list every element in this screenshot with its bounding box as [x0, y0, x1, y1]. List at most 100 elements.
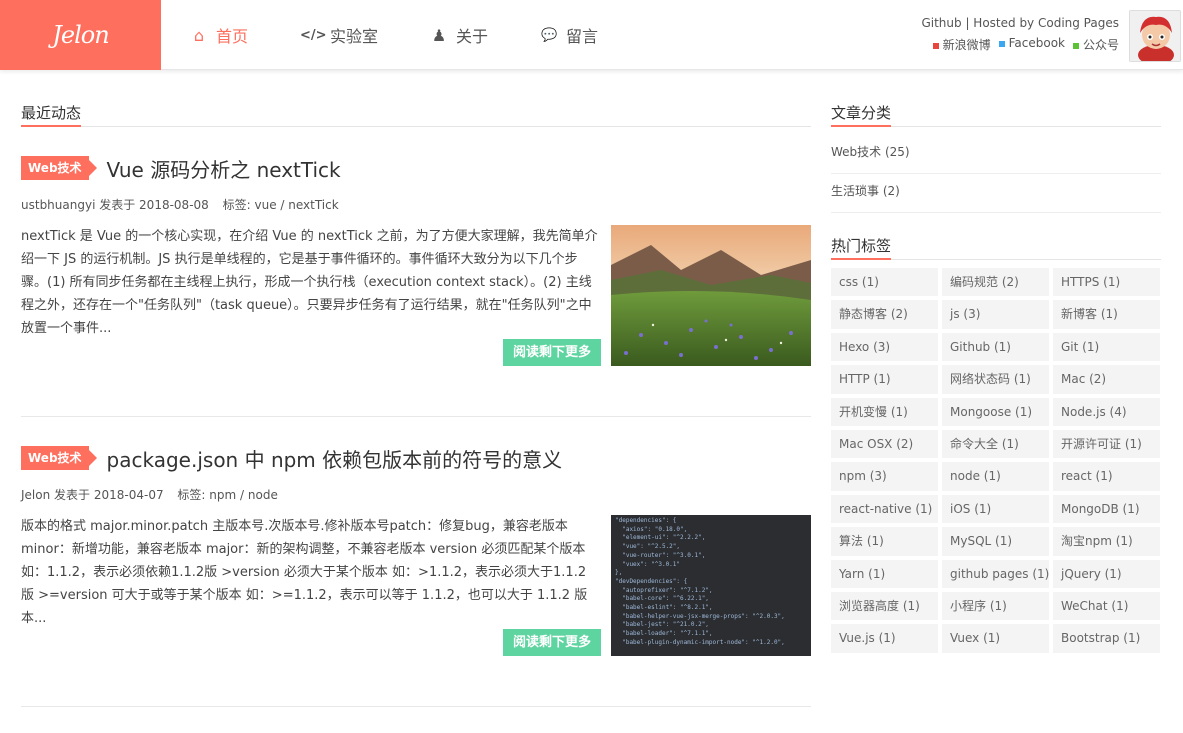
- tag-item[interactable]: Git (1): [1053, 332, 1160, 362]
- tag-item[interactable]: iOS (1): [942, 494, 1049, 524]
- category-list: Web技术 (25) 生活琐事 (2): [831, 135, 1161, 213]
- tag-item[interactable]: MySQL (1): [942, 527, 1049, 556]
- tag-item[interactable]: npm (3): [831, 462, 938, 491]
- tag-item[interactable]: HTTP (1): [831, 365, 938, 394]
- nav-item-home[interactable]: ⌂ 首页: [190, 23, 248, 47]
- tag-item[interactable]: 开源许可证 (1): [1053, 429, 1160, 459]
- mountain-meadow-image: [611, 225, 811, 366]
- tag-item[interactable]: MongoDB (1): [1053, 494, 1160, 524]
- code-line: "babel-core": "^6.22.1",: [615, 595, 709, 603]
- post-title[interactable]: package.json 中 npm 依赖包版本前的符号的意义: [107, 444, 563, 473]
- tag-item[interactable]: WeChat (1): [1053, 591, 1160, 621]
- hot-tags-title: 热门标签: [831, 235, 1161, 260]
- tag-item[interactable]: github pages (1): [942, 559, 1049, 588]
- tag-item[interactable]: 开机变慢 (1): [831, 397, 938, 426]
- avatar[interactable]: [1129, 10, 1181, 62]
- tag-item[interactable]: 静态博客 (2): [831, 300, 938, 329]
- code-line: "devDependencies": {: [615, 577, 688, 585]
- code-line: "dependencies": {: [615, 517, 677, 524]
- facebook-link[interactable]: Facebook: [998, 36, 1065, 53]
- post-tags[interactable]: vue / nextTick: [255, 198, 339, 212]
- post-meta: Jelon 发表于 2018-04-07 标签: npm / node: [21, 486, 811, 503]
- tag-item[interactable]: 命令大全 (1): [942, 429, 1049, 459]
- tag-item[interactable]: node (1): [942, 462, 1049, 491]
- tag-item[interactable]: 编码规范 (2): [942, 268, 1049, 297]
- post-tags[interactable]: npm / node: [209, 488, 278, 502]
- post-thumbnail[interactable]: [611, 225, 811, 366]
- comments-icon: 💬: [540, 27, 558, 43]
- nav-label: 首页: [216, 27, 249, 46]
- post-thumbnail[interactable]: "dependencies": { "axios": "0.18.0", "el…: [611, 515, 811, 656]
- code-line: "vuex": "^3.0.1": [615, 560, 681, 568]
- code-line: "babel-eslint": "^8.2.1",: [615, 604, 713, 612]
- site-logo[interactable]: Jelon: [0, 0, 161, 70]
- tag-item[interactable]: Vuex (1): [942, 624, 1049, 653]
- nav-label: 关于: [456, 27, 489, 46]
- tag-item[interactable]: jQuery (1): [1053, 559, 1160, 588]
- tag-item[interactable]: 小程序 (1): [942, 591, 1049, 621]
- code-line: "vue-router": "^3.0.1",: [615, 551, 706, 559]
- nav-label: 留言: [566, 27, 599, 46]
- code-line: "element-ui": "^2.2.2",: [615, 534, 706, 542]
- code-line: },: [615, 569, 623, 577]
- tag-item[interactable]: Bootstrap (1): [1053, 624, 1160, 653]
- nav-item-lab[interactable]: </> 实验室: [300, 23, 378, 47]
- category-tag[interactable]: Web技术: [21, 446, 97, 470]
- tag-item[interactable]: Node.js (4): [1053, 397, 1160, 426]
- nav-item-message[interactable]: 💬 留言: [540, 23, 598, 47]
- tag-item[interactable]: Mongoose (1): [942, 397, 1049, 426]
- category-item[interactable]: Web技术 (25): [831, 135, 1161, 174]
- post-date: 发表于 2018-08-08: [99, 198, 209, 212]
- section-title: 最近动态: [21, 102, 811, 127]
- home-icon: ⌂: [193, 25, 205, 45]
- tag-item[interactable]: 算法 (1): [831, 527, 938, 556]
- tag-item[interactable]: Github (1): [942, 332, 1049, 362]
- category-item[interactable]: 生活琐事 (2): [831, 174, 1161, 213]
- facebook-icon: [998, 40, 1005, 47]
- read-more-button[interactable]: 阅读剩下更多: [503, 629, 601, 656]
- code-screenshot-image: "dependencies": { "axios": "0.18.0", "el…: [611, 515, 811, 650]
- code-line: "autoprefixer": "^7.1.2",: [615, 586, 713, 594]
- sidebar: 文章分类 Web技术 (25) 生活琐事 (2) 热门标签 css (1) 编码规…: [831, 102, 1161, 653]
- wechat-link[interactable]: 公众号: [1072, 36, 1119, 53]
- tag-item[interactable]: 新博客 (1): [1053, 300, 1160, 329]
- nav-item-about[interactable]: ♟ 关于: [430, 23, 488, 47]
- tag-item[interactable]: js (3): [942, 300, 1049, 329]
- tag-item[interactable]: 淘宝npm (1): [1053, 527, 1160, 556]
- post-date: 发表于 2018-04-07: [54, 488, 164, 502]
- tag-item[interactable]: Mac (2): [1053, 365, 1160, 394]
- tag-item[interactable]: 浏览器高度 (1): [831, 591, 938, 621]
- nav-label: 实验室: [330, 27, 379, 46]
- tag-item[interactable]: Mac OSX (2): [831, 429, 938, 459]
- main-content: 最近动态 Web技术 Vue 源码分析之 nextTick ustbhuangy…: [21, 102, 811, 733]
- categories-title-text: 文章分类: [831, 102, 892, 127]
- post-author[interactable]: ustbhuangyi: [21, 198, 95, 212]
- post-meta: ustbhuangyi 发表于 2018-08-08 标签: vue / nex…: [21, 196, 811, 213]
- main-nav: ⌂ 首页 </> 实验室 ♟ 关于 💬 留言: [190, 0, 650, 70]
- post-author[interactable]: Jelon: [21, 488, 50, 502]
- tag-item[interactable]: react-native (1): [831, 494, 938, 524]
- tag-item[interactable]: Hexo (3): [831, 332, 938, 362]
- wechat-label: 公众号: [1082, 38, 1119, 52]
- tag-item[interactable]: react (1): [1053, 462, 1160, 491]
- post-title[interactable]: Vue 源码分析之 nextTick: [107, 154, 341, 183]
- tag-item[interactable]: css (1): [831, 268, 938, 297]
- tag-item[interactable]: Vue.js (1): [831, 624, 938, 653]
- read-more-button[interactable]: 阅读剩下更多: [503, 339, 601, 366]
- weibo-label: 新浪微博: [942, 38, 991, 52]
- category-tag[interactable]: Web技术: [21, 156, 97, 180]
- hot-tags-title-text: 热门标签: [831, 235, 892, 260]
- code-line: "babel-loader": "^7.1.1",: [615, 630, 713, 638]
- tag-item[interactable]: 网络状态码 (1): [942, 365, 1049, 394]
- code-icon: </>: [300, 27, 327, 43]
- weibo-link[interactable]: 新浪微博: [932, 36, 991, 53]
- tag-item[interactable]: Yarn (1): [831, 559, 938, 588]
- post-card: Web技术 Vue 源码分析之 nextTick ustbhuangyi 发表于…: [21, 153, 811, 417]
- tag-item[interactable]: HTTPS (1): [1053, 268, 1160, 297]
- weibo-icon: [932, 42, 939, 49]
- code-line: "babel-jest": "^21.0.2",: [615, 621, 709, 629]
- hosted-by-text[interactable]: Github | Hosted by Coding Pages: [921, 16, 1119, 30]
- post-card: Web技术 package.json 中 npm 依赖包版本前的符号的意义 Je…: [21, 443, 811, 707]
- tags-label: 标签:: [222, 198, 251, 212]
- header-links: Github | Hosted by Coding Pages 新浪微博 Fac…: [921, 16, 1119, 53]
